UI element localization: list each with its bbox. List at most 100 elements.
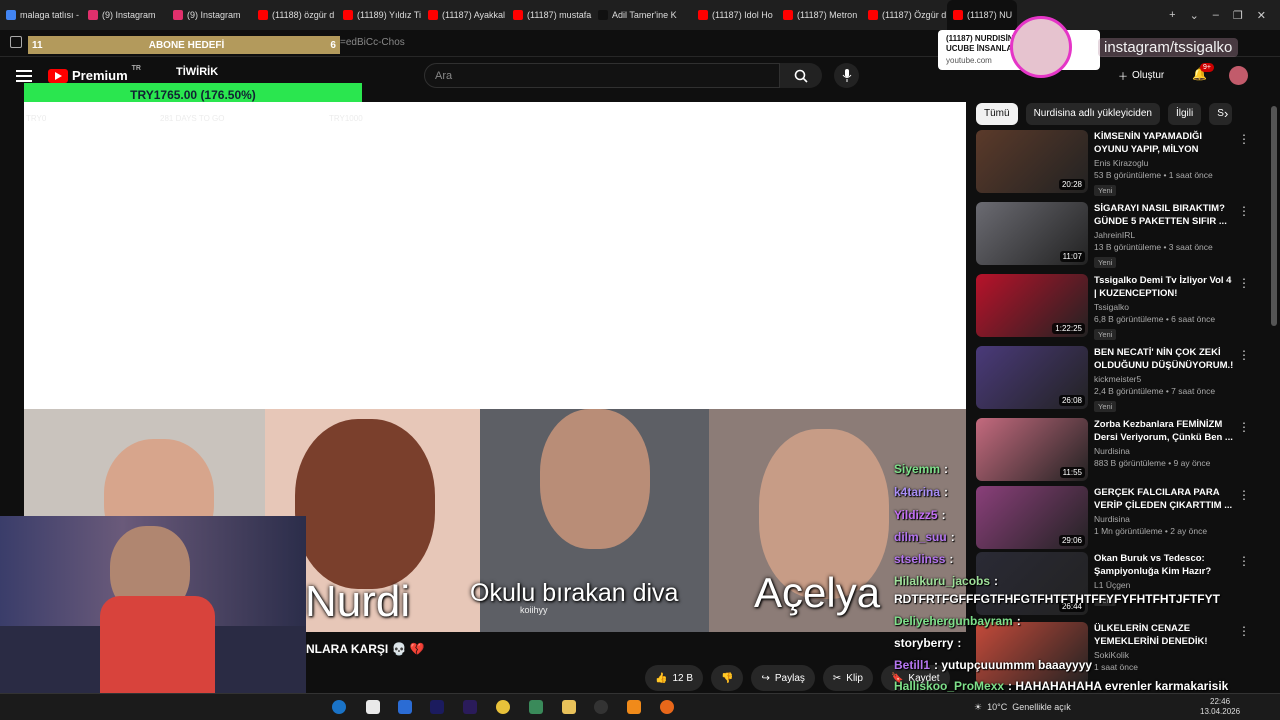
scrollbar[interactable] — [1268, 98, 1280, 690]
recommended-video[interactable]: 1:22:25 Tssigalko Demi Tv İzliyor Vol 4 |… — [976, 274, 1250, 342]
browser-tab[interactable]: (11187) Özgür d — [862, 0, 947, 30]
more-options-icon[interactable]: ⋮ — [1238, 420, 1250, 434]
caption-nurdi: Nurdi — [305, 577, 411, 626]
browser-tab[interactable]: (11187) mustafa — [507, 0, 592, 30]
video-duration: 20:28 — [1058, 179, 1085, 190]
recommended-video[interactable]: 11:07 SİGARAYI NASIL BIRAKTIM? GÜNDE 5 PA… — [976, 202, 1250, 268]
chat-text: : — [941, 508, 946, 522]
scrollbar-thumb[interactable] — [1271, 106, 1277, 326]
video-thumbnail[interactable]: 11:07 — [976, 202, 1088, 265]
system-clock[interactable]: 22:46 13.04.2026 — [1200, 697, 1240, 717]
donation-widget-panel: TRY0 281 DAYS TO GO TRY1000 — [24, 102, 966, 409]
tab-label: (11187) Ayakkal — [442, 10, 506, 20]
browser-tab[interactable]: (11189) Yıldız Ti — [337, 0, 422, 30]
video-title-text[interactable]: BEN NECATİ' NİN ÇOK ZEKİ OLDUĞUNU DÜŞÜNÜ… — [1094, 346, 1234, 372]
video-thumbnail[interactable]: 1:22:25 — [976, 274, 1088, 337]
view-count: 6,8 B görüntüleme • 6 saat önce — [1094, 314, 1216, 324]
youtube-logo[interactable]: Premium TR — [48, 65, 141, 83]
subscription-goal-bar: 11 ABONE HEDEFİ 6 — [28, 36, 340, 54]
video-meta: KİMSENİN YAPAMADIĞI OYUNU YAPIP, MİLYON … — [1094, 130, 1234, 198]
recommended-video[interactable]: 11:55 Zorba Kezbanlara FEMİNİZM Dersi Ver… — [976, 418, 1250, 484]
browser-tab[interactable]: (11188) özgür d — [252, 0, 337, 30]
url-text[interactable]: =edBiCc-Chos — [340, 37, 405, 48]
chat-username: stselinss — [894, 552, 946, 566]
thumbs-up-icon: 👍 — [655, 672, 668, 684]
youtube-play-icon — [48, 68, 68, 83]
instagram-overlay: instagram/tssigalko — [1010, 16, 1280, 78]
streamer-webcam — [0, 516, 306, 720]
chat-username: Hilalkuru_jacobs — [894, 574, 991, 588]
browser-tab[interactable]: malaga tatlısı - G — [0, 0, 82, 30]
browser-tab[interactable]: (9) Instagram — [82, 0, 167, 30]
video-thumbnail[interactable]: 11:55 — [976, 418, 1088, 481]
video-thumbnail[interactable]: 29:06 — [976, 486, 1088, 549]
video-meta: Zorba Kezbanlara FEMİNİZM Dersi Veriyoru… — [1094, 418, 1234, 468]
more-options-icon[interactable]: ⋮ — [1238, 624, 1250, 638]
view-count: 2,4 B görüntüleme • 7 saat önce — [1094, 386, 1216, 396]
chat-message: k4tarina: — [894, 485, 948, 499]
clip-button[interactable]: ✂ Klip — [822, 665, 873, 691]
edge-icon[interactable] — [332, 700, 346, 714]
app-icon-2[interactable] — [529, 700, 543, 714]
weather-widget[interactable]: ☀ 10°C Genellikle açık — [974, 702, 1071, 713]
clock-time: 22:46 — [1210, 697, 1231, 706]
weather-label: Genellikle açık — [1012, 702, 1071, 712]
browser-tab[interactable]: (11187) Ayakkal — [422, 0, 507, 30]
firefox-icon[interactable] — [660, 700, 674, 714]
video-title-text[interactable]: Tssigalko Demi Tv İzliyor Vol 4 | KUZENC… — [1094, 274, 1234, 300]
app-icon[interactable] — [430, 700, 444, 714]
share-button[interactable]: ↪ Paylaş — [751, 665, 815, 691]
more-options-icon[interactable]: ⋮ — [1238, 348, 1250, 362]
more-options-icon[interactable]: ⋮ — [1238, 276, 1250, 290]
video-title-text[interactable]: Okan Buruk vs Tedesco: Şampiyonluğa Kim … — [1094, 552, 1234, 578]
donation-max: TRY1000 — [329, 114, 363, 123]
video-thumbnail[interactable]: 26:08 — [976, 346, 1088, 409]
video-title-text[interactable]: ÜLKELERİN CENAZE YEMEKLERİNİ DENEDİK! — [1094, 622, 1234, 648]
browser-tab[interactable]: (11187) NU — [947, 0, 1017, 30]
dislike-button[interactable]: 👎 — [711, 665, 744, 691]
store-icon[interactable] — [366, 700, 380, 714]
more-options-icon[interactable]: ⋮ — [1238, 204, 1250, 218]
video-title-text[interactable]: KİMSENİN YAPAMADIĞI OYUNU YAPIP, MİLYON … — [1094, 130, 1234, 156]
more-options-icon[interactable]: ⋮ — [1238, 132, 1250, 146]
recommended-video[interactable]: 26:08 BEN NECATİ' NİN ÇOK ZEKİ OLDUĞUNU D… — [976, 346, 1250, 412]
video-panel-3: Okulu bırakan diva koiihyy — [470, 409, 709, 632]
vlc-icon[interactable] — [627, 700, 641, 714]
tab-label: (11187) Idol Ho — [712, 10, 773, 20]
video-title-text[interactable]: Zorba Kezbanlara FEMİNİZM Dersi Veriyoru… — [1094, 418, 1234, 444]
premiere-icon[interactable] — [463, 700, 477, 714]
obs-icon[interactable] — [594, 700, 608, 714]
video-duration: 1:22:25 — [1052, 323, 1085, 334]
channel-name: kickmeister5 — [1094, 374, 1142, 384]
search-input[interactable]: Ara — [424, 63, 780, 88]
person-image — [540, 409, 650, 549]
browser-tab[interactable]: (9) Instagram — [167, 0, 252, 30]
browser-tab[interactable]: Adil Tamer'ine K — [592, 0, 692, 30]
chrome-icon[interactable] — [496, 700, 510, 714]
more-options-icon[interactable]: ⋮ — [1238, 488, 1250, 502]
video-meta: Tssigalko Demi Tv İzliyor Vol 4 | KUZENC… — [1094, 274, 1234, 342]
chat-text: RDTFRTFGFFFGTFHFGTFHTFTHTFFYFYFHTFHTJFTF… — [894, 592, 1220, 606]
like-button[interactable]: 👍 12 B — [645, 665, 704, 691]
more-options-icon[interactable]: ⋮ — [1238, 554, 1250, 568]
video-thumbnail[interactable]: 20:28 — [976, 130, 1088, 193]
search-button[interactable] — [780, 63, 822, 88]
voice-search-button[interactable] — [834, 63, 859, 88]
recommended-video[interactable]: 29:06 GERÇEK FALCILARA PARA VERİP ÇİLEDEN… — [976, 486, 1250, 552]
mail-icon[interactable] — [398, 700, 412, 714]
folder-icon[interactable] — [562, 700, 576, 714]
recommended-video[interactable]: 20:28 KİMSENİN YAPAMADIĞI OYUNU YAPIP, Mİ… — [976, 130, 1250, 198]
video-thumbnail[interactable] — [976, 622, 1088, 685]
hamburger-menu-icon[interactable] — [16, 70, 32, 82]
video-title-text[interactable]: SİGARAYI NASIL BIRAKTIM? GÜNDE 5 PAKETTE… — [1094, 202, 1234, 228]
chat-username: Yildizz5 — [894, 508, 938, 522]
browser-tab[interactable]: (11187) Metron — [777, 0, 862, 30]
view-count: 1 saat önce — [1094, 662, 1138, 672]
video-title-text[interactable]: GERÇEK FALCILARA PARA VERİP ÇİLEDEN ÇIKA… — [1094, 486, 1234, 512]
new-badge: Yeni — [1094, 185, 1117, 196]
channel-name: Tssigalko — [1094, 302, 1129, 312]
browser-tab[interactable]: (11187) Idol Ho — [692, 0, 777, 30]
recommended-video[interactable]: 26:44 Okan Buruk vs Tedesco: Şampiyonluğa… — [976, 552, 1250, 618]
chat-text: : — [1016, 614, 1021, 628]
sidebar-toggle-icon[interactable] — [10, 36, 22, 48]
